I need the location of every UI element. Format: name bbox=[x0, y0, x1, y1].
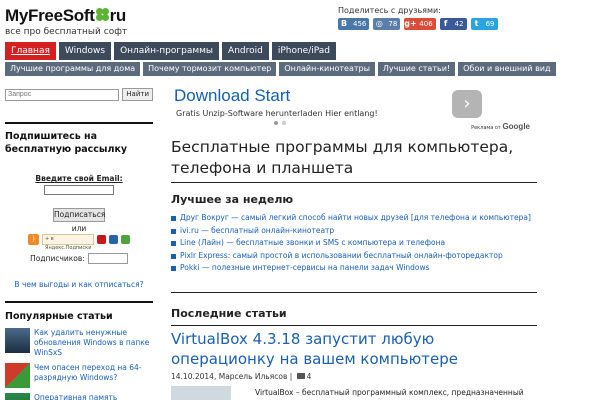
popular-thumbnail[interactable] bbox=[5, 328, 30, 353]
page-title: Бесплатные программы для компьютера, тел… bbox=[171, 138, 514, 177]
yandex-subscribe-row: ) + в Яндекс.Подписки bbox=[5, 234, 153, 251]
popular-thumbnail[interactable] bbox=[5, 363, 30, 388]
subnav-item[interactable]: Обои и внешний вид bbox=[458, 62, 556, 76]
week-item[interactable]: Pixlr Express: самый простой в использов… bbox=[171, 250, 537, 263]
tagline: все про бесплатный софт bbox=[5, 27, 128, 37]
ad-banner[interactable]: Download Start Gratis Unzip-Software her… bbox=[170, 84, 534, 131]
popular-item[interactable]: Как удалить ненужные обновления Windows … bbox=[5, 328, 153, 358]
week-item[interactable]: Line (Лайн) — бесплатные звонки и SMS с … bbox=[171, 237, 537, 250]
gplus-icon: g+ bbox=[404, 19, 417, 28]
popular-link[interactable]: Как удалить ненужные обновления Windows … bbox=[34, 328, 153, 358]
divider bbox=[171, 291, 537, 293]
nav-item[interactable]: iPhone/iPad bbox=[271, 42, 336, 60]
subscribers-label: Подписчиков: bbox=[30, 254, 85, 263]
main-nav: Главная Windows Онлайн-программы Android iPh… bbox=[5, 42, 336, 60]
ad-attribution[interactable]: Реклама от Google bbox=[471, 122, 530, 131]
article-excerpt: VirtualBox – бесплатный программный комп… bbox=[255, 387, 524, 397]
article-author[interactable]: Марсель Ильясов bbox=[219, 372, 288, 381]
mailru-icon: ◎ bbox=[375, 19, 383, 28]
nav-item[interactable]: Android bbox=[222, 42, 269, 60]
popular-thumbnail[interactable] bbox=[5, 393, 30, 400]
latest-title: Последние статьи bbox=[171, 306, 287, 320]
share-count: 406 bbox=[419, 20, 433, 28]
or-label: или bbox=[71, 224, 87, 233]
share-gplus-button[interactable]: g+ 406 bbox=[404, 18, 436, 30]
divider bbox=[171, 182, 537, 183]
article-date: 14.10.2014 bbox=[171, 371, 214, 381]
benefit-link[interactable]: В чем выгоды и как отписаться? bbox=[5, 280, 153, 289]
comment-icon bbox=[296, 372, 305, 379]
sub-nav: Лучшие программы для дома Почему тормозит… bbox=[5, 62, 556, 76]
share-block: Поделитесь с друзьями: В 456 ◎ 78 g+ 406 f 42 t 6… bbox=[338, 6, 498, 30]
clover-icon bbox=[95, 8, 109, 22]
share-vk-button[interactable]: В 456 bbox=[338, 18, 370, 30]
subscribers-counter bbox=[87, 253, 128, 264]
email-label: Введите свой Email: bbox=[35, 174, 123, 183]
subscribe-title: Подпишитесь на бесплатную рассылку bbox=[5, 131, 128, 155]
week-item[interactable]: ivi.ru — бесплатный онлайн-кинотеатр bbox=[171, 225, 537, 238]
search-row: Найти bbox=[5, 88, 153, 101]
search-input[interactable] bbox=[5, 88, 120, 101]
week-item[interactable]: Pokki — полезные интернет-сервисы на пан… bbox=[171, 262, 537, 275]
subnav-item[interactable]: Лучшие статьи! bbox=[377, 62, 456, 76]
yandex-subscribe-button[interactable]: + в Яндекс.Подписки bbox=[42, 234, 94, 251]
divider bbox=[5, 122, 153, 124]
popular-list: Как удалить ненужные обновления Windows … bbox=[5, 328, 153, 400]
site-logo[interactable]: MyFreeSoft ru все про бесплатный софт bbox=[5, 6, 127, 37]
subscribers-row: Подписчиков: bbox=[5, 253, 153, 264]
ad-subtitle: Gratis Unzip-Software herunterladen Hier… bbox=[176, 109, 378, 118]
nav-item[interactable]: Онлайн-программы bbox=[114, 42, 220, 60]
article-meta: 14.10.2014, Марсель Ильясов | 4 bbox=[171, 371, 312, 381]
share-count: 456 bbox=[353, 20, 367, 28]
article-preview: VirtualBox – бесплатный программный комп… bbox=[171, 385, 537, 400]
main-content: Бесплатные программы для компьютера, тел… bbox=[171, 137, 537, 400]
ad-dots bbox=[274, 121, 286, 125]
week-list: Друг Вокруг — самый легкий способ найти … bbox=[171, 212, 537, 275]
popular-item[interactable]: Чем опасен переход на 64-разрядную Windo… bbox=[5, 363, 153, 388]
share-title: Поделитесь с друзьями: bbox=[338, 6, 441, 15]
feed-icon[interactable] bbox=[121, 235, 130, 244]
share-twitter-button[interactable]: t 69 bbox=[470, 18, 498, 30]
rss-icon[interactable]: ) bbox=[28, 234, 39, 245]
popular-link[interactable]: Чем опасен переход на 64-разрядную Windo… bbox=[34, 363, 153, 383]
logo-wordmark: MyFreeSoft ru bbox=[5, 6, 126, 25]
share-mailru-button[interactable]: ◎ 78 bbox=[373, 18, 401, 30]
share-count: 42 bbox=[454, 20, 464, 28]
popular-link[interactable]: Оперативная память bbox=[34, 393, 117, 400]
share-buttons: В 456 ◎ 78 g+ 406 f 42 t 69 bbox=[338, 18, 498, 30]
share-count: 78 bbox=[388, 20, 398, 28]
twitter-icon: t bbox=[474, 19, 479, 28]
subnav-item[interactable]: Почему тормозит компьютер bbox=[143, 62, 277, 76]
ad-title[interactable]: Download Start bbox=[174, 86, 290, 106]
divider bbox=[5, 301, 153, 303]
article-thumbnail[interactable] bbox=[171, 385, 231, 400]
subnav-item[interactable]: Лучшие программы для дома bbox=[5, 62, 141, 76]
mail-icon[interactable] bbox=[97, 235, 106, 244]
week-item[interactable]: Друг Вокруг — самый легкий способ найти … bbox=[171, 212, 537, 225]
search-button[interactable]: Найти bbox=[122, 88, 153, 101]
week-title: Лучшее за неделю bbox=[171, 193, 294, 206]
subscribe-button[interactable]: Подписаться bbox=[53, 208, 105, 222]
article-title[interactable]: VirtualBox 4.3.18 запустит любую операци… bbox=[171, 329, 537, 369]
bookmark-icon[interactable] bbox=[109, 235, 118, 244]
share-count: 69 bbox=[485, 20, 495, 28]
share-facebook-button[interactable]: f 42 bbox=[439, 18, 467, 30]
email-field[interactable] bbox=[44, 185, 114, 195]
popular-item[interactable]: Оперативная память bbox=[5, 393, 153, 400]
divider bbox=[171, 324, 537, 326]
comment-count[interactable]: 4 bbox=[307, 372, 312, 381]
sidebar: Найти Подпишитесь на бесплатную рассылку… bbox=[5, 88, 153, 400]
facebook-icon: f bbox=[443, 19, 448, 28]
vk-icon: В bbox=[340, 19, 348, 28]
subnav-item[interactable]: Онлайн-кинотеатры bbox=[279, 62, 375, 76]
nav-item[interactable]: Главная bbox=[5, 42, 56, 60]
popular-title: Популярные статьи bbox=[5, 311, 113, 322]
nav-item[interactable]: Windows bbox=[58, 42, 112, 60]
chevron-right-icon[interactable]: › bbox=[452, 90, 482, 118]
